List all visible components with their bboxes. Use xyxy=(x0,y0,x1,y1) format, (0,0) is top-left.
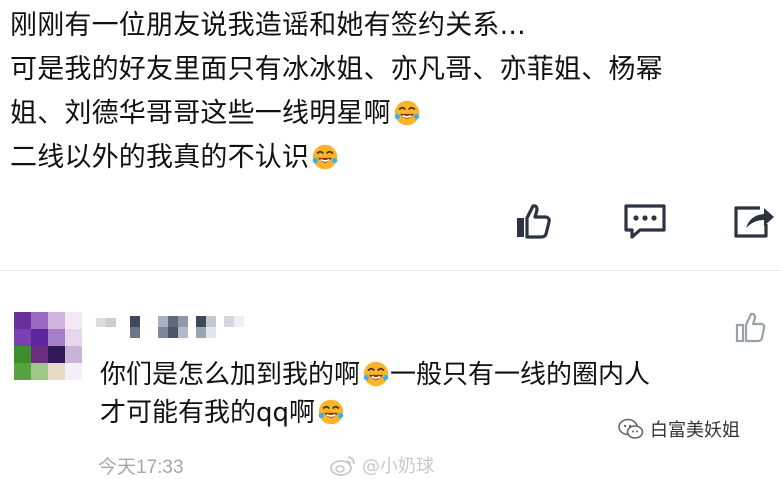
share-icon xyxy=(734,206,774,238)
like-button[interactable] xyxy=(510,198,556,244)
thumbs-up-icon xyxy=(517,204,551,239)
post-actions xyxy=(0,198,780,248)
divider xyxy=(0,270,780,271)
laughing-tears-emoji-icon xyxy=(318,399,344,425)
comment-line-1: 你们是怎么加到我的啊 一般只有一线的圈内人 xyxy=(100,356,770,394)
weibo-watermark: @小奶球 xyxy=(330,452,434,478)
post-line-3-text: 姐、刘德华哥哥这些一线明星啊 xyxy=(10,98,391,129)
pixelated-username-icon xyxy=(96,316,244,338)
pixelated-avatar-icon xyxy=(14,312,82,380)
comment-bubble-icon xyxy=(624,204,666,239)
post-line-4: 二线以外的我真的不认识 xyxy=(10,136,770,180)
comment-line-1-text-b: 一般只有一线的圈内人 xyxy=(390,360,651,390)
post-line-1: 刚刚有一位朋友说我造谣和她有签约关系... xyxy=(10,10,526,41)
laughing-tears-emoji-icon xyxy=(312,144,338,170)
comment-like-button[interactable] xyxy=(734,310,768,344)
comment-timestamp: 今天17:33 xyxy=(98,457,184,478)
post: 刚刚有一位朋友说我造谣和她有签约关系... 可是我的好友里面只有冰冰姐、亦凡哥、… xyxy=(0,0,780,270)
laughing-tears-emoji-icon xyxy=(363,361,389,387)
wechat-logo-icon xyxy=(618,418,644,439)
comment-button[interactable] xyxy=(622,198,668,244)
post-line-2: 可是我的好友里面只有冰冰姐、亦凡哥、亦菲姐、杨幂 xyxy=(10,54,663,85)
wechat-watermark: 白富美妖姐 xyxy=(618,416,740,442)
comment-line-2-text-a: 才可能有我的 xyxy=(100,398,257,428)
avatar[interactable] xyxy=(14,312,82,380)
share-button[interactable] xyxy=(730,198,776,244)
comment-line-1-text-a: 你们是怎么加到我的啊 xyxy=(100,360,361,390)
post-line-4-text: 二线以外的我真的不认识 xyxy=(10,142,310,173)
weibo-watermark-text: @小奶球 xyxy=(362,456,434,477)
comment-line-2-qq: qq xyxy=(256,398,290,428)
post-line-3: 姐、刘德华哥哥这些一线明星啊 xyxy=(10,92,770,136)
comment: 你们是怎么加到我的啊 一般只有一线的圈内人 才可能有我的qq啊 今天17:33 @… xyxy=(0,272,780,478)
username-redacted[interactable] xyxy=(96,316,296,338)
weibo-logo-icon xyxy=(330,456,355,476)
post-text: 刚刚有一位朋友说我造谣和她有签约关系... 可是我的好友里面只有冰冰姐、亦凡哥、… xyxy=(10,4,770,180)
laughing-tears-emoji-icon xyxy=(394,100,420,126)
comment-line-2-text-b: 啊 xyxy=(289,398,316,428)
wechat-watermark-text: 白富美妖姐 xyxy=(650,420,740,441)
thumbs-up-outline-icon xyxy=(735,312,766,343)
